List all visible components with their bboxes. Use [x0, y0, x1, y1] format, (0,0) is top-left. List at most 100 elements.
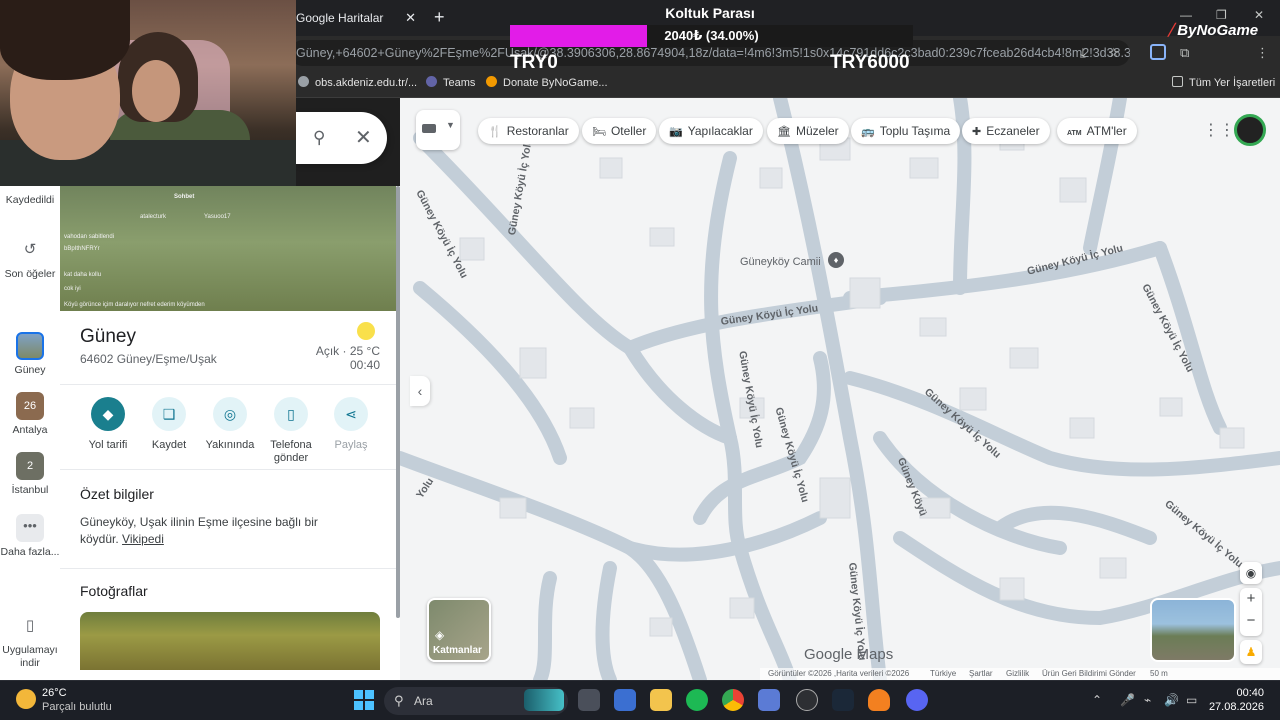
place-thumbnail: 26 [16, 392, 44, 420]
map-attribution: Görüntüler ©2026 ,Harita verileri ©2026 … [760, 668, 1280, 680]
bookmark-star-icon[interactable]: ☆ [1108, 45, 1120, 61]
taskbar-condition[interactable]: Parçalı bulutlu [42, 701, 112, 713]
bed-icon: 🛏 [592, 126, 606, 138]
restore-icon[interactable]: ❐ [1216, 8, 1227, 22]
overlay-line1: vahodan sabitlendi [64, 234, 115, 240]
more-button[interactable]: ••• Daha fazla... [0, 514, 60, 559]
rail-item-guney[interactable]: Güney [0, 332, 60, 377]
volume-icon[interactable]: 🔊 [1164, 693, 1179, 707]
pegman-icon[interactable]: ♟ [1240, 640, 1262, 664]
wikipedia-link[interactable]: Vikipedi [122, 532, 164, 546]
chip-transit[interactable]: 🚌 Toplu Taşıma [851, 118, 961, 144]
cloudflare-icon[interactable] [868, 689, 890, 711]
spotify-icon[interactable] [686, 689, 708, 711]
all-bookmarks[interactable]: Tüm Yer İşaretleri [1172, 76, 1275, 89]
pharmacy-icon: ✚ [972, 126, 982, 138]
summary-text: Güneyköy, Uşak ilinin Eşme ilçesine bağl… [80, 515, 318, 546]
search-icon[interactable]: ⚲ [313, 128, 325, 148]
zoom-in-button[interactable]: + [1240, 590, 1262, 607]
phone-send-icon: ▯ [274, 397, 308, 431]
search-box[interactable]: ⚲ ✕ [295, 112, 387, 164]
store-icon[interactable] [614, 689, 636, 711]
directions-button[interactable]: ◆ Yol tarifi [78, 397, 138, 452]
recent-items[interactable]: ↺ Son öğeler [0, 236, 60, 281]
place-hero-photo[interactable]: Sohbet atalecturk Yasuoo17 vahodan sabit… [60, 186, 396, 311]
obs-icon[interactable] [796, 689, 818, 711]
bookmark-donate[interactable]: Donate ByNoGame... [486, 76, 608, 89]
chip-hotels[interactable]: 🛏 Oteller [582, 118, 657, 144]
privacy-link[interactable]: Gizlilik [1006, 668, 1029, 680]
app-icon[interactable] [758, 689, 780, 711]
poi-label[interactable]: Güneyköy Camii [740, 256, 821, 268]
file-explorer-icon[interactable] [650, 689, 672, 711]
twitch-extension-icon[interactable] [1150, 44, 1166, 60]
chevron-left-icon: ‹ [417, 383, 423, 399]
panel-scrollbar[interactable] [396, 186, 400, 618]
network-icon[interactable]: ⌁ [1144, 693, 1151, 707]
account-avatar[interactable] [1234, 114, 1266, 146]
tab-google-maps[interactable]: Google Haritalar ✕ [288, 4, 424, 32]
summary-heading: Özet bilgiler [80, 486, 154, 502]
nearby-button[interactable]: ◎ Yakınında [200, 397, 260, 452]
steam-icon[interactable] [832, 689, 854, 711]
rail-item-istanbul[interactable]: 2 İstanbul [0, 452, 60, 497]
country-link[interactable]: Türkiye [930, 668, 956, 680]
close-window-icon[interactable]: ✕ [1254, 8, 1264, 22]
start-button[interactable] [354, 690, 374, 710]
bookmark-obs[interactable]: obs.akdeniz.edu.tr/... [298, 76, 417, 89]
chrome-icon[interactable] [722, 689, 744, 711]
feedback-link[interactable]: Ürün Geri Bildirimi Gönder [1042, 668, 1136, 680]
share-button[interactable]: ⋖ Paylaş [321, 397, 381, 452]
install-icon[interactable]: ⤓ [1080, 45, 1086, 61]
mosque-icon[interactable]: ♦ [828, 252, 844, 268]
bookmark-teams[interactable]: Teams [426, 76, 475, 89]
weather-icon[interactable] [16, 689, 36, 709]
sun-icon [357, 322, 375, 340]
google-maps-logo: Google Maps [804, 646, 894, 663]
layers-button[interactable]: ◈ Katmanlar [427, 598, 491, 662]
rail-item-antalya[interactable]: 26 Antalya [0, 392, 60, 437]
bynogame-logo: ⧸ ByNoGame [1168, 22, 1259, 39]
more-icon: ••• [16, 514, 44, 542]
chip-pharmacies[interactable]: ✚ Eczaneler [962, 118, 1050, 144]
discord-icon[interactable] [906, 689, 928, 711]
chip-atms[interactable]: ATM ATM'ler [1057, 118, 1137, 144]
input-tools-button[interactable]: ▼ [416, 110, 460, 150]
search-icon: ⚲ [394, 693, 404, 708]
close-icon[interactable]: ✕ [355, 125, 372, 150]
terms-link[interactable]: Şartlar [969, 668, 993, 680]
street-view-thumbnail[interactable] [1150, 598, 1236, 662]
overlay-caption: Köyü görünce içim daralıyor nefret ederi… [64, 302, 205, 308]
scale-label[interactable]: 50 m [1150, 668, 1168, 680]
map-canvas[interactable] [400, 98, 1280, 680]
task-view-icon[interactable] [578, 689, 600, 711]
minimize-icon[interactable]: — [1180, 8, 1192, 22]
place-photo[interactable] [80, 612, 380, 670]
donation-title: Koltuk Parası [665, 5, 755, 21]
download-app-button[interactable]: ▯ Uygulamayı indir [0, 612, 60, 670]
zoom-out-button[interactable]: − [1240, 612, 1262, 629]
folder-icon [1172, 76, 1183, 87]
saved-label[interactable]: Kaydedildi [0, 194, 60, 206]
chip-museums[interactable]: 🏛 Müzeler [767, 118, 849, 144]
battery-icon[interactable]: ▭ [1186, 693, 1197, 707]
microphone-icon[interactable]: 🎤 [1120, 693, 1135, 707]
chip-restaurants[interactable]: 🍴 Restoranlar [478, 118, 579, 144]
overlay-line2: bBpIthNFRYr [64, 246, 100, 252]
chrome-menu-icon[interactable]: ⋮ [1256, 45, 1269, 61]
save-button[interactable]: ❑ Kaydet [139, 397, 199, 452]
donation-amount: 2040₺ (34.00%) [664, 28, 759, 43]
clock-time[interactable]: 00:40 [1216, 687, 1264, 699]
tray-chevron-icon[interactable]: ⌃ [1092, 693, 1102, 707]
send-to-phone-button[interactable]: ▯ Telefona gönder [261, 397, 321, 465]
widget-icon[interactable] [524, 689, 564, 711]
new-tab-icon[interactable]: + [434, 6, 445, 28]
tab-close-icon[interactable]: ✕ [405, 4, 416, 32]
chip-things-to-do[interactable]: 📷 Yapılacaklar [659, 118, 763, 144]
person-shape [132, 60, 180, 122]
my-location-icon[interactable]: ◉ [1240, 562, 1262, 584]
collapse-panel-button[interactable]: ‹ [410, 376, 430, 406]
extensions-icon[interactable]: ⧉ [1180, 45, 1189, 61]
clock-date[interactable]: 27.08.2026 [1200, 701, 1264, 713]
taskbar-temperature[interactable]: 26°C [42, 687, 67, 699]
